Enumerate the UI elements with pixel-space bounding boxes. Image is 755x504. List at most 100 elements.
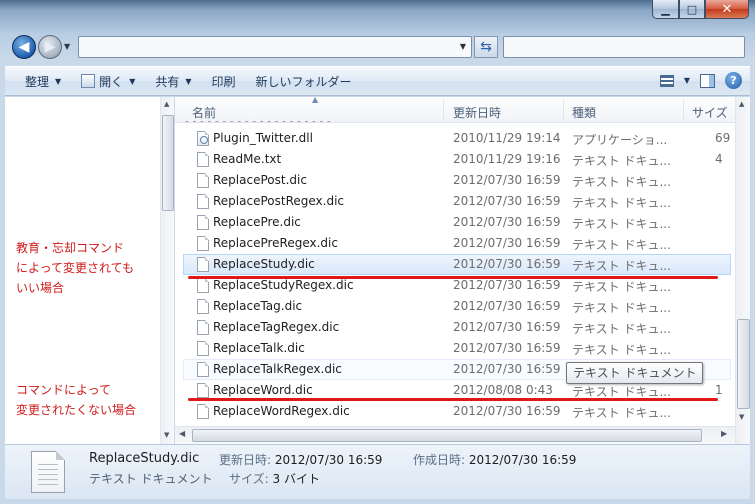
text-file-icon — [31, 451, 65, 493]
file-name: ReplaceTag.dic — [213, 299, 303, 313]
maximize-button[interactable]: □ — [679, 0, 705, 19]
column-headers: ▲ 名前 更新日時 種類 サイズ — [175, 97, 735, 123]
navigation-scroll-thumb[interactable] — [162, 115, 174, 211]
explorer-window: ▁ □ ✕ ◀ ▶ ▼ ▼ ⇆ 整理 ▼ 開く ▼ 共有 ▼ 印刷 新しいフォル… — [0, 0, 755, 504]
column-name[interactable]: 名前 — [192, 104, 216, 121]
file-type: テキスト ドキュ... — [572, 322, 671, 336]
refresh-button[interactable]: ⇆ — [474, 36, 498, 58]
file-date: 2012/07/30 16:59 — [453, 173, 561, 187]
details-modified: 更新日時: 2012/07/30 16:59 — [219, 451, 382, 468]
file-name: ReplacePostRegex.dic — [213, 194, 345, 208]
column-divider[interactable] — [443, 99, 444, 121]
minimize-button[interactable]: ▁ — [652, 0, 679, 19]
file-row[interactable]: ReplaceStudy.dic 2012/07/30 16:59 テキスト ドキュ… — [183, 254, 731, 275]
horizontal-scrollbar[interactable]: ◀ ▶ — [175, 426, 735, 444]
details-modified-value: 2012/07/30 16:59 — [274, 453, 383, 467]
scroll-up-icon[interactable]: ▲ — [164, 100, 169, 108]
toolbar-right: ▼ ? — [659, 72, 742, 89]
file-row[interactable]: ReadMe.txt 2010/11/29 19:16 テキスト ドキュ... 4 — [175, 149, 735, 170]
print-label: 印刷 — [211, 74, 236, 89]
file-date: 2010/11/29 19:14 — [453, 131, 561, 145]
details-file-name: ReplaceStudy.dic — [89, 451, 200, 466]
dll-icon — [197, 131, 209, 146]
new-folder-label: 新しいフォルダー — [255, 74, 352, 89]
file-type: テキスト ドキュ... — [572, 217, 671, 231]
address-bar[interactable]: ▼ — [78, 36, 472, 58]
column-size[interactable]: サイズ — [692, 104, 728, 121]
file-row[interactable]: ReplacePreRegex.dic 2012/07/30 16:59 テキスト … — [175, 233, 735, 254]
file-type: テキスト ドキュ... — [572, 196, 671, 210]
close-button[interactable]: ✕ — [705, 0, 749, 19]
annotation-note-2: コマンドによって 変更されたくない場合 — [16, 380, 136, 420]
back-arrow-icon: ◀ — [18, 39, 30, 55]
navigation-scrollbar[interactable]: ▲ ▼ — [160, 97, 174, 444]
file-date: 2012/07/30 16:59 — [453, 215, 561, 229]
file-name: ReplaceWord.dic — [213, 383, 313, 397]
file-list: ▲ 名前 更新日時 種類 サイズ - - - - - - - - - - - -… — [175, 97, 750, 444]
file-row[interactable]: ReplacePost.dic 2012/07/30 16:59 テキスト ドキュ.… — [175, 170, 735, 191]
organize-button[interactable]: 整理 ▼ — [5, 67, 71, 95]
annotation-underline-word — [188, 398, 718, 401]
file-type: テキスト ドキュ... — [572, 406, 671, 420]
file-row[interactable]: ReplaceTag.dic 2012/07/30 16:59 テキスト ドキュ..… — [175, 296, 735, 317]
command-bar: 整理 ▼ 開く ▼ 共有 ▼ 印刷 新しいフォルダー ▼ ? — [5, 66, 750, 96]
column-divider[interactable] — [683, 99, 684, 121]
share-label: 共有 — [155, 74, 180, 89]
forward-button[interactable]: ▶ — [38, 35, 62, 59]
file-row[interactable]: ReplacePre.dic 2012/07/30 16:59 テキスト ドキュ..… — [175, 212, 735, 233]
scroll-right-icon[interactable]: ▶ — [721, 429, 727, 438]
file-row[interactable]: Plugin_Twitter.dll 2010/11/29 19:14 アプリケーシ… — [175, 128, 735, 149]
text-file-icon — [197, 341, 209, 356]
preview-pane-icon[interactable] — [700, 73, 715, 88]
scroll-down-icon[interactable]: ▼ — [739, 413, 744, 421]
text-file-icon — [197, 404, 209, 419]
vertical-scrollbar[interactable]: ▲ ▼ — [735, 97, 750, 444]
file-name: ReplacePre.dic — [213, 215, 301, 229]
text-file-icon — [197, 173, 209, 188]
file-row[interactable]: ReplaceWordRegex.dic 2012/07/30 16:59 テキスト… — [175, 401, 735, 422]
file-type: テキスト ドキュ... — [572, 238, 671, 252]
text-file-icon — [197, 362, 209, 377]
file-date: 2012/07/30 16:59 — [453, 194, 561, 208]
file-name: ReplaceTalkRegex.dic — [213, 362, 342, 376]
share-button[interactable]: 共有 ▼ — [145, 67, 201, 95]
scroll-left-icon[interactable]: ◀ — [179, 429, 185, 438]
column-divider[interactable] — [563, 99, 564, 121]
file-row[interactable]: ReplaceTalk.dic 2012/07/30 16:59 テキスト ドキュ.… — [175, 338, 735, 359]
partially-hidden-row: - - - - - - - - - - - - - - - - - - - - — [185, 121, 545, 127]
address-dropdown-icon[interactable]: ▼ — [460, 42, 466, 51]
print-button[interactable]: 印刷 — [202, 67, 246, 95]
column-type[interactable]: 種類 — [572, 104, 596, 121]
open-button[interactable]: 開く ▼ — [71, 67, 145, 95]
details-file-type: テキスト ドキュメント — [89, 472, 213, 486]
details-size-value: 3 バイト — [272, 472, 320, 486]
scroll-up-icon[interactable]: ▲ — [739, 100, 744, 108]
help-icon[interactable]: ? — [725, 72, 742, 89]
open-label: 開く — [99, 74, 124, 89]
file-row[interactable]: ReplaceTagRegex.dic 2012/07/30 16:59 テキスト … — [175, 317, 735, 338]
file-date: 2012/07/30 16:59 — [453, 404, 561, 418]
details-created-label: 作成日時: — [413, 453, 466, 467]
file-row[interactable]: ReplacePostRegex.dic 2012/07/30 16:59 テキスト… — [175, 191, 735, 212]
file-name: ReplacePreRegex.dic — [213, 236, 338, 250]
view-dropdown-icon[interactable]: ▼ — [684, 76, 690, 85]
scroll-down-icon[interactable]: ▼ — [164, 431, 169, 439]
view-options-icon[interactable] — [659, 74, 674, 87]
back-button[interactable]: ◀ — [12, 35, 36, 59]
details-modified-label: 更新日時: — [219, 453, 272, 467]
recent-pages-dropdown[interactable]: ▼ — [64, 42, 70, 51]
text-file-icon — [197, 152, 209, 167]
new-folder-button[interactable]: 新しいフォルダー — [246, 67, 362, 95]
file-date: 2012/07/30 16:59 — [453, 257, 561, 271]
search-input[interactable] — [503, 36, 745, 58]
file-type: テキスト ドキュ... — [572, 175, 671, 189]
caption-buttons: ▁ □ ✕ — [652, 0, 749, 19]
text-file-icon — [197, 236, 209, 251]
file-date: 2010/11/29 19:16 — [453, 152, 561, 166]
file-date: 2012/07/30 16:59 — [453, 278, 561, 292]
column-date[interactable]: 更新日時 — [453, 104, 501, 121]
file-type: テキスト ドキュ... — [572, 154, 671, 168]
vertical-scroll-thumb[interactable] — [737, 319, 750, 409]
horizontal-scroll-thumb[interactable] — [192, 429, 702, 442]
file-type: テキスト ドキュ... — [572, 343, 671, 357]
